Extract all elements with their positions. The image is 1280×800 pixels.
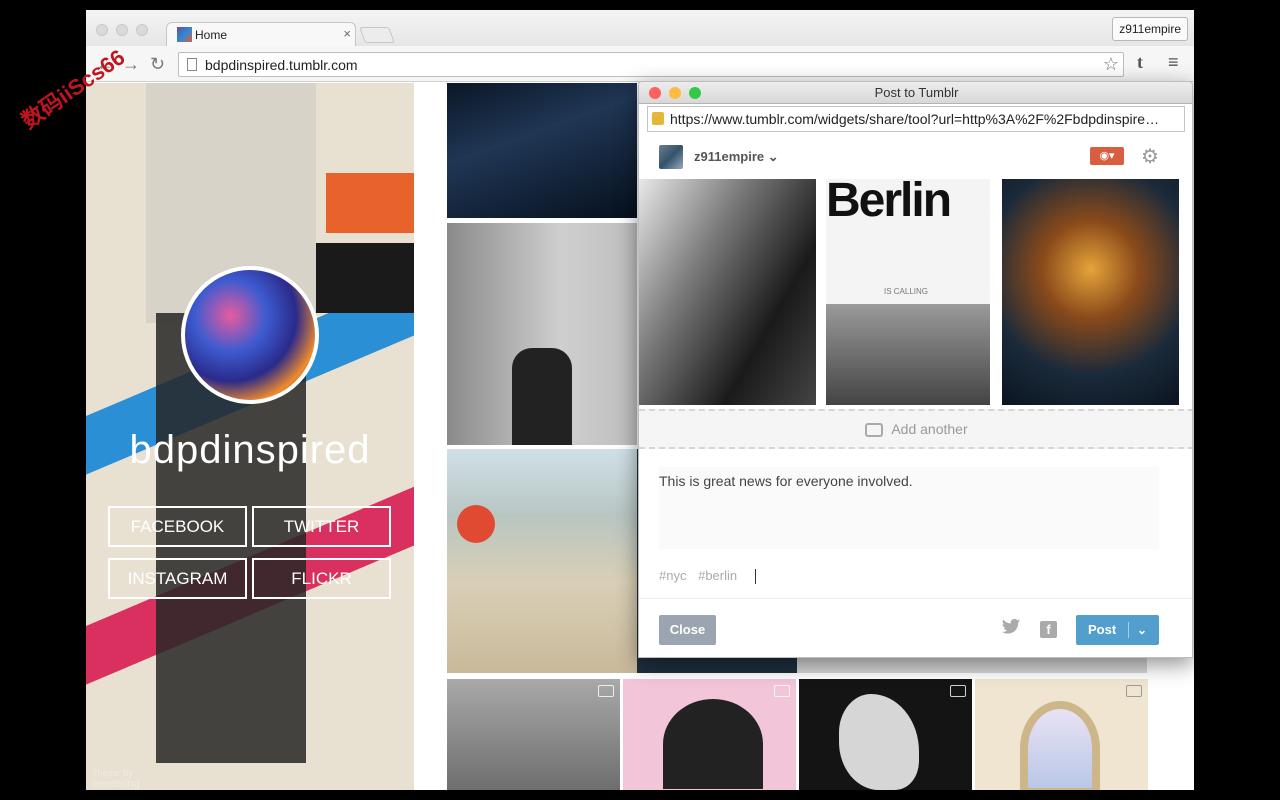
profile-button[interactable]: z911empire xyxy=(1112,17,1188,41)
blog-title[interactable]: bdpdinspired xyxy=(86,428,414,473)
photo-nyc-night[interactable] xyxy=(1002,179,1179,405)
photo-tile-strip[interactable] xyxy=(797,658,1147,673)
popup-minimize-icon[interactable] xyxy=(669,87,681,99)
berlin-city-image xyxy=(826,304,990,405)
photo-station-light[interactable] xyxy=(639,179,816,405)
instagram-link[interactable]: INSTAGRAM xyxy=(108,558,247,599)
post-divider xyxy=(1128,622,1129,638)
blog-header: bdpdinspired FACEBOOK TWITTER INSTAGRAM … xyxy=(86,83,414,790)
photo-tile-mirror[interactable] xyxy=(975,679,1148,790)
red-sun xyxy=(457,505,495,543)
popup-footer: Close f Post ⌄ xyxy=(639,598,1193,658)
black-block xyxy=(316,243,414,313)
twitter-share-icon[interactable] xyxy=(1002,619,1020,639)
popup-titlebar: Post to Tumblr xyxy=(639,82,1193,104)
url-text: bdpdinspired.tumblr.com xyxy=(205,57,358,73)
chevron-down-icon[interactable]: ⌄ xyxy=(1137,615,1147,645)
photo-tile-statue[interactable] xyxy=(799,679,972,790)
photo-tile-pink[interactable] xyxy=(623,679,796,790)
reload-icon[interactable]: ↻ xyxy=(150,54,165,75)
photo-berlin-poster[interactable]: Berlin IS CALLING xyxy=(826,179,990,405)
bookmark-star-icon[interactable]: ☆ xyxy=(1103,54,1119,75)
tab-favicon-icon xyxy=(177,27,192,42)
popup-close-icon[interactable] xyxy=(649,87,661,99)
browser-toolbar: ← → ↻ bdpdinspired.tumblr.com ☆ t ≡ xyxy=(86,46,1194,82)
menu-icon[interactable]: ≡ xyxy=(1168,52,1179,73)
photo-tile-nyc-bw[interactable] xyxy=(447,679,620,790)
theme-credit-line-2: wentering xyxy=(92,778,140,790)
berlin-subtitle: IS CALLING xyxy=(884,287,928,296)
theme-credit[interactable]: Theme By wentering xyxy=(92,768,140,790)
camera-add-icon xyxy=(865,423,883,437)
gear-icon[interactable]: ⚙ xyxy=(1141,144,1159,169)
new-tab-button[interactable] xyxy=(359,27,395,43)
camera-icon xyxy=(950,685,966,697)
tag[interactable]: #nyc xyxy=(659,568,686,583)
minimize-window-icon[interactable] xyxy=(116,24,128,36)
close-window-icon[interactable] xyxy=(96,24,108,36)
close-button[interactable]: Close xyxy=(659,615,716,645)
popup-zoom-icon[interactable] xyxy=(689,87,701,99)
mirror-shape xyxy=(1020,701,1100,790)
tab-strip: Home × z911empire xyxy=(86,10,1194,46)
facebook-share-icon[interactable]: f xyxy=(1040,621,1057,638)
lock-icon xyxy=(652,112,664,125)
tag[interactable]: #berlin xyxy=(698,568,737,583)
post-label: Post xyxy=(1088,615,1116,645)
caption-field[interactable]: This is great news for everyone involved… xyxy=(659,467,1159,549)
account-avatar xyxy=(659,145,683,169)
camera-icon xyxy=(1126,685,1142,697)
page-icon xyxy=(187,58,197,71)
tab-close-icon[interactable]: × xyxy=(343,26,351,41)
chevron-down-icon: ⌄ xyxy=(768,149,779,164)
popup-url-text: https://www.tumblr.com/widgets/share/too… xyxy=(670,111,1159,127)
tumblr-extension-icon[interactable]: t xyxy=(1137,52,1143,73)
address-bar[interactable]: bdpdinspired.tumblr.com ☆ xyxy=(178,52,1124,77)
twitter-link[interactable]: TWITTER xyxy=(252,506,391,547)
popup-title: Post to Tumblr xyxy=(875,85,959,100)
post-to-tumblr-window: Post to Tumblr https://www.tumblr.com/wi… xyxy=(638,81,1193,658)
berlin-word: Berlin xyxy=(826,179,990,228)
add-another-button[interactable]: Add another xyxy=(639,409,1193,449)
tags-field[interactable]: #nyc #berlin xyxy=(659,568,756,584)
camera-icon xyxy=(598,685,614,697)
popup-url-bar[interactable]: https://www.tumblr.com/widgets/share/too… xyxy=(647,106,1185,132)
post-type-camera-button[interactable]: ◉▾ xyxy=(1090,147,1124,165)
zoom-window-icon[interactable] xyxy=(136,24,148,36)
man-silhouette xyxy=(512,348,572,445)
text-cursor xyxy=(755,569,756,584)
photo-tile-field[interactable] xyxy=(447,449,637,673)
post-composer: z911empire ⌄ ◉▾ ⚙ Berlin IS CALLING Add … xyxy=(639,136,1193,658)
tab-home[interactable]: Home × xyxy=(166,22,356,46)
orange-block xyxy=(326,173,414,233)
add-another-label: Add another xyxy=(891,421,967,437)
theme-credit-line-1: Theme By xyxy=(92,768,140,778)
flickr-link[interactable]: FLICKR xyxy=(252,558,391,599)
tab-title: Home xyxy=(195,28,227,42)
photo-tile-skyscraper[interactable] xyxy=(447,83,637,218)
account-name: z911empire xyxy=(694,149,764,164)
photo-tile-man-hat[interactable] xyxy=(447,223,637,445)
blog-avatar[interactable] xyxy=(181,266,319,404)
post-button[interactable]: Post ⌄ xyxy=(1076,615,1159,645)
pink-tile-shape xyxy=(663,699,763,789)
statue-shape xyxy=(839,694,919,790)
account-selector[interactable]: z911empire ⌄ xyxy=(694,149,779,165)
facebook-link[interactable]: FACEBOOK xyxy=(108,506,247,547)
camera-icon xyxy=(774,685,790,697)
